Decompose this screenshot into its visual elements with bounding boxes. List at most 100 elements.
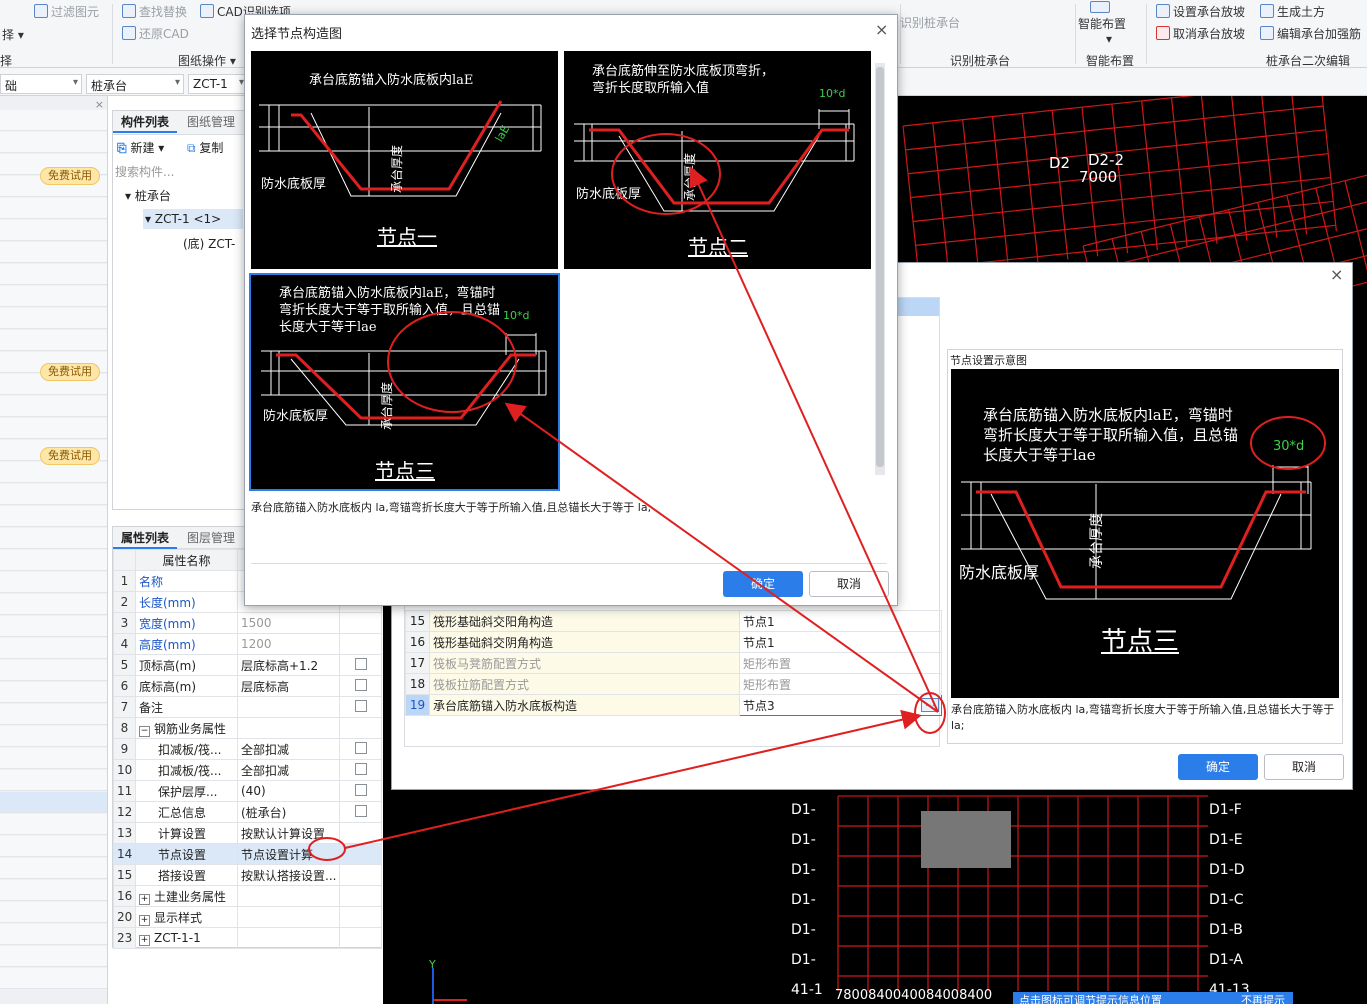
left-nav-item[interactable] (0, 726, 107, 747)
property-row[interactable]: 8− 钢筋业务属性 (113, 717, 382, 739)
left-nav-item[interactable] (0, 330, 107, 351)
left-nav-item[interactable] (0, 550, 107, 571)
public-checkbox[interactable] (354, 783, 367, 796)
ok-button[interactable]: 确定 (723, 571, 803, 597)
public-checkbox[interactable] (354, 699, 367, 712)
left-nav-item[interactable] (0, 880, 107, 901)
node1-thumbnail[interactable]: 承台厚度 防水底板厚 laE 承台底筋锚入防水底板内laE 节点一 (251, 51, 558, 269)
left-nav-item[interactable] (0, 242, 107, 263)
cancel-cap-slope-button[interactable]: 取消承台放坡 (1156, 25, 1245, 42)
property-value[interactable]: 1500 (237, 612, 340, 634)
category-select[interactable]: 础 (0, 74, 82, 94)
tab-drawing-manager[interactable]: 图纸管理 (179, 111, 243, 133)
node-setting-row[interactable]: 17 筏板马凳筋配置方式 矩形布置 (405, 652, 942, 674)
left-nav-item[interactable] (0, 638, 107, 659)
left-nav-item[interactable] (0, 286, 107, 307)
new-button[interactable]: ⎘ 新建 ▾ (117, 139, 164, 156)
left-nav-item[interactable] (0, 682, 107, 703)
expand-toggle-icon[interactable]: + (139, 934, 150, 946)
left-nav-item[interactable] (0, 308, 107, 329)
property-value[interactable]: 全部扣减 (237, 738, 340, 760)
tab-layer-manager[interactable]: 图层管理 (179, 527, 243, 549)
filter-elements-button[interactable]: 过滤图元 (34, 3, 99, 20)
left-nav-item[interactable] (0, 462, 107, 483)
left-nav-item[interactable] (0, 946, 107, 967)
close-icon[interactable]: × (875, 20, 888, 39)
left-nav-item[interactable] (0, 396, 107, 417)
left-nav-item[interactable] (0, 484, 107, 505)
node-setting-row[interactable]: 15 筏形基础斜交阳角构造 节点1 (405, 610, 942, 632)
find-replace-button[interactable]: 查找替换 (122, 3, 187, 20)
name-select[interactable]: ZCT-1 (188, 74, 248, 94)
node3-thumbnail[interactable]: 防水底板厚 承台厚度 承台底筋锚入防水底板内laE，弯锚时 弯折长度大于等于取所… (249, 273, 560, 491)
type-select[interactable]: 桩承台 (86, 74, 184, 94)
public-checkbox[interactable] (354, 657, 367, 670)
scrollbar[interactable] (875, 63, 885, 475)
property-value[interactable]: 层底标高+1.2 (237, 654, 340, 676)
tab-component-list[interactable]: 构件列表 (113, 111, 178, 133)
expand-toggle-icon[interactable]: − (139, 725, 150, 737)
left-nav-item[interactable] (0, 792, 107, 813)
property-row[interactable]: 7 备注 (113, 696, 382, 718)
public-checkbox[interactable] (354, 741, 367, 754)
property-value[interactable] (237, 696, 340, 718)
cancel-button[interactable]: 取消 (809, 571, 889, 597)
property-row[interactable]: 13 计算设置 按默认计算设置 (113, 822, 382, 844)
left-nav-item[interactable] (0, 902, 107, 923)
node-setting-value[interactable]: 矩形布置 (739, 673, 942, 695)
property-value[interactable]: 1200 (237, 633, 340, 655)
property-value[interactable]: 按默认计算设置 (237, 822, 340, 844)
property-value[interactable]: (40) (237, 780, 340, 802)
free-trial-badge[interactable]: 免费试用 (40, 167, 100, 185)
property-row[interactable]: 9 扣减板/筏... 全部扣减 (113, 738, 382, 760)
node-setting-row[interactable]: 16 筏形基础斜交阴角构造 节点1 (405, 631, 942, 653)
node-setting-value[interactable]: 节点3… (739, 694, 942, 716)
property-row[interactable]: 4 高度(mm) 1200 (113, 633, 382, 655)
identify-pile-cap-button[interactable]: 识别桩承台 (900, 14, 960, 31)
property-value[interactable]: 层底标高 (237, 675, 340, 697)
copy-button[interactable]: ⧉ 复制 (187, 139, 223, 156)
node-setting-value[interactable]: 矩形布置 (739, 652, 942, 674)
node-setting-value[interactable]: 节点1 (739, 631, 942, 653)
public-checkbox[interactable] (354, 762, 367, 775)
property-row[interactable]: 14节点设置节点设置计算… (113, 843, 382, 865)
node2-thumbnail[interactable]: 防水底板厚 承台厚度 承台底筋伸至防水底板顶弯折， 弯折长度取所输入值 10*d… (564, 51, 871, 269)
dont-show-again-button[interactable]: 不再提示 (1241, 992, 1285, 1004)
left-nav-item[interactable] (0, 198, 107, 219)
node-setting-row[interactable]: 19 承台底筋锚入防水底板构造 节点3… (405, 694, 942, 716)
left-nav-item[interactable] (0, 836, 107, 857)
node-setting-value[interactable]: 节点1 (739, 610, 942, 632)
property-row[interactable]: 10 扣减板/筏... 全部扣减 (113, 759, 382, 781)
left-nav-item[interactable] (0, 528, 107, 549)
left-nav-item[interactable] (0, 110, 107, 131)
public-checkbox[interactable] (354, 804, 367, 817)
left-nav-item[interactable] (0, 220, 107, 241)
left-nav-item[interactable] (0, 660, 107, 681)
left-nav-item[interactable] (0, 968, 107, 989)
property-value[interactable]: 按默认搭接设置... (237, 864, 340, 886)
left-nav-item[interactable] (0, 704, 107, 725)
property-value[interactable]: 节点设置计算… (237, 843, 340, 865)
left-nav-item[interactable] (0, 572, 107, 593)
tab-property-list[interactable]: 属性列表 (113, 527, 178, 549)
expand-toggle-icon[interactable]: + (139, 914, 150, 926)
left-nav-item[interactable] (0, 858, 107, 879)
free-trial-badge[interactable]: 免费试用 (40, 363, 100, 381)
property-row[interactable]: 3 宽度(mm) 1500 (113, 612, 382, 634)
tree-root[interactable]: ▾ 桩承台 (125, 187, 171, 204)
left-nav-item[interactable] (0, 264, 107, 285)
property-value[interactable] (237, 906, 340, 928)
close-icon[interactable]: × (1330, 265, 1343, 284)
property-row[interactable]: 16 + 土建业务属性 (113, 885, 382, 907)
left-nav-item[interactable] (0, 924, 107, 945)
smart-layout-icon[interactable] (1090, 0, 1113, 14)
property-row[interactable]: 11 保护层厚... (40) (113, 780, 382, 802)
ok-button[interactable]: 确定 (1178, 754, 1258, 780)
left-nav-item[interactable] (0, 770, 107, 791)
property-value[interactable] (237, 717, 340, 739)
property-row[interactable]: 12 汇总信息 (桩承台) (113, 801, 382, 823)
property-value[interactable] (237, 927, 340, 949)
left-nav-item[interactable] (0, 594, 107, 615)
property-row[interactable]: 6 底标高(m) 层底标高 (113, 675, 382, 697)
property-value[interactable]: (桩承台) (237, 801, 340, 823)
